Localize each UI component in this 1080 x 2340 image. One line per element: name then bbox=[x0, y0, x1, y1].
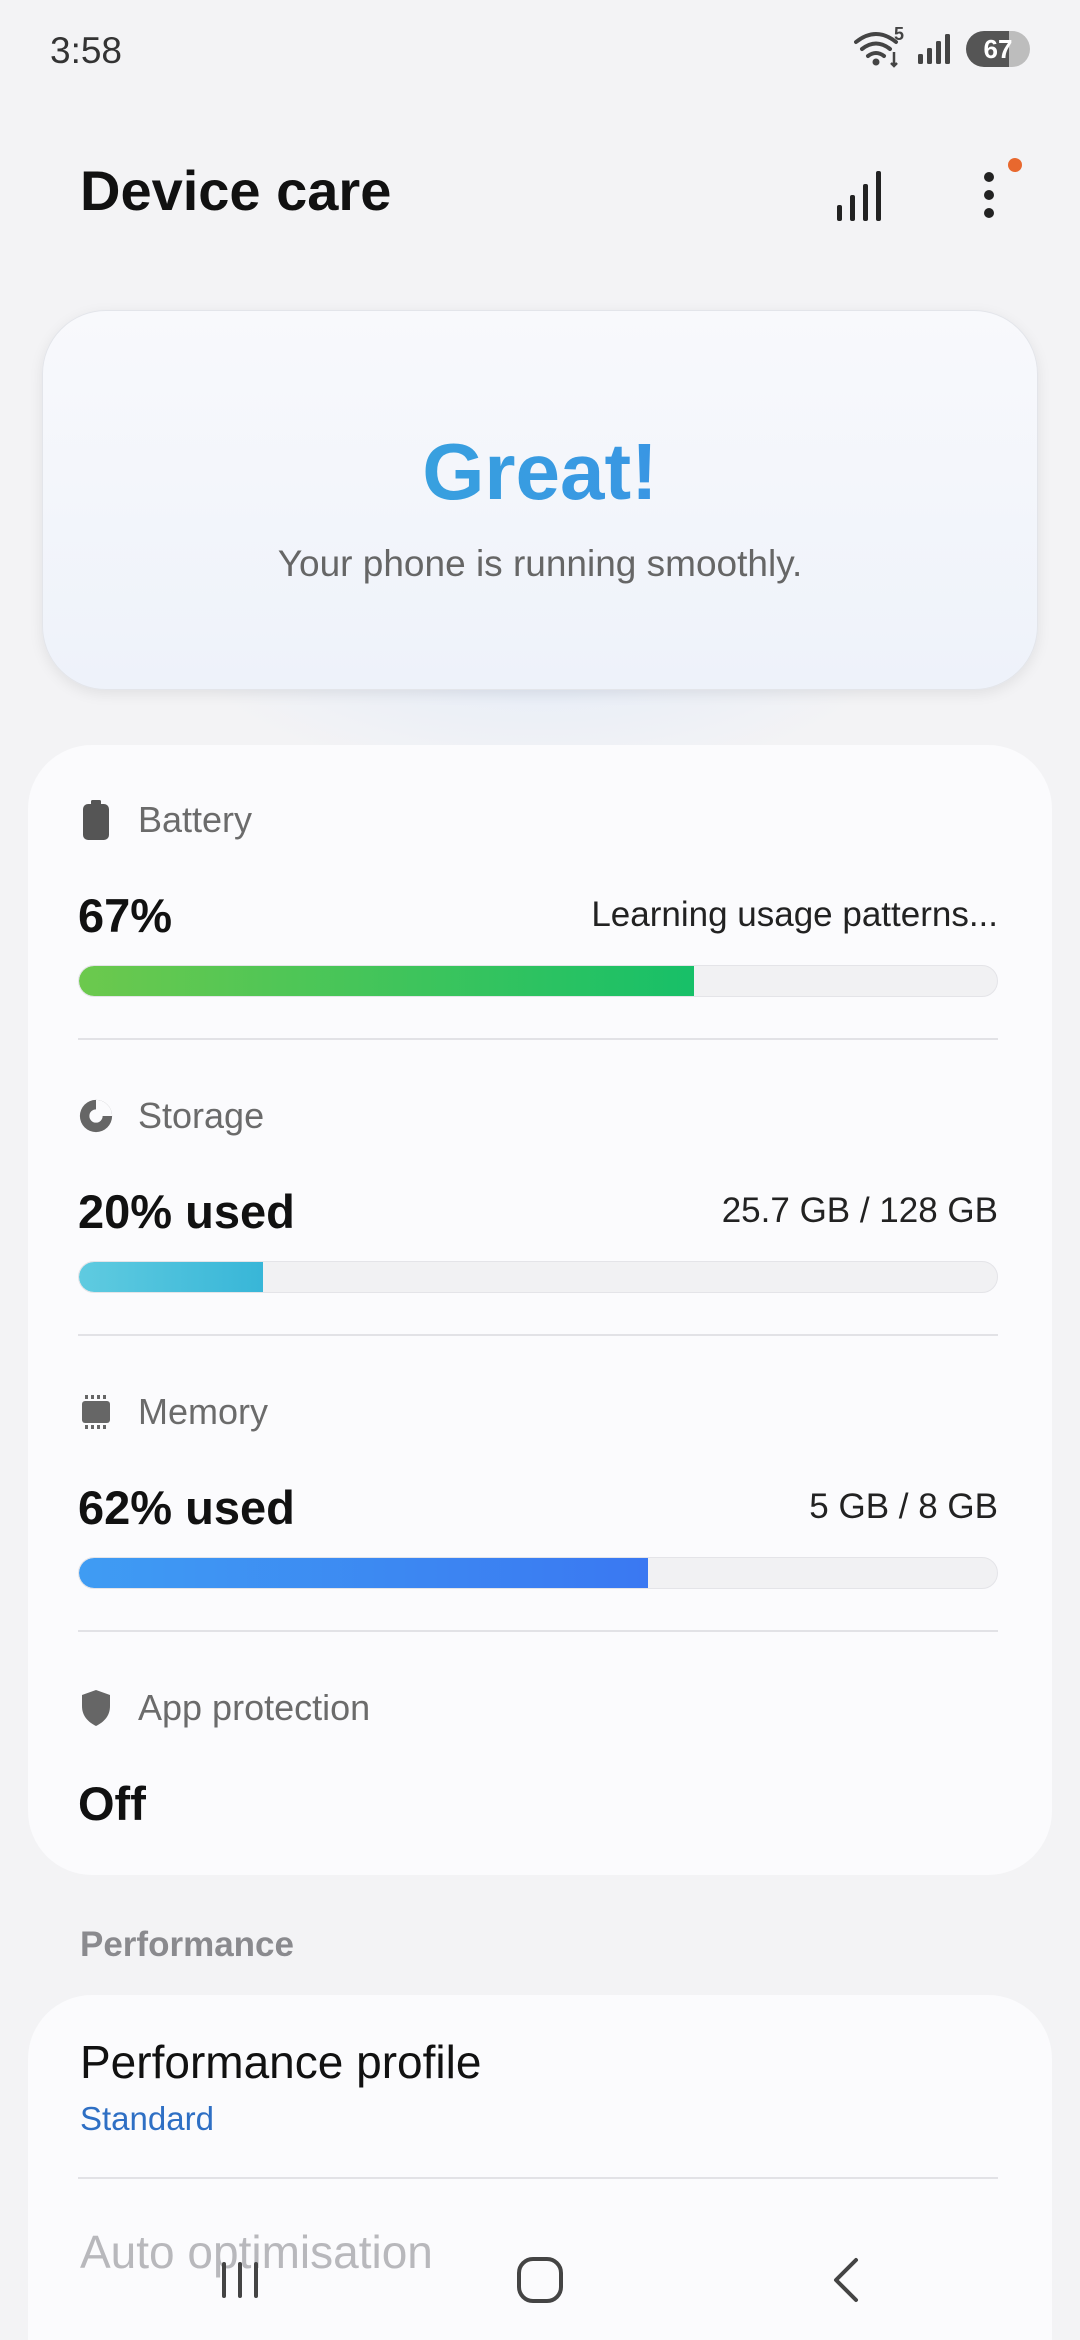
app-protection-value: Off bbox=[78, 1776, 146, 1830]
memory-value: 62% used bbox=[78, 1480, 295, 1534]
app-protection-label: App protection bbox=[138, 1687, 371, 1728]
hero-subtitle: Your phone is running smoothly. bbox=[277, 543, 803, 584]
more-options-icon[interactable] bbox=[954, 158, 1024, 230]
battery-section[interactable]: Battery 67% Learning usage patterns... bbox=[78, 795, 998, 997]
app-protection-section[interactable]: App protection Off bbox=[78, 1683, 998, 1831]
divider bbox=[78, 2177, 998, 2179]
status-icons: 5 67 bbox=[854, 24, 1030, 68]
status-hero-card: Great! Your phone is running smoothly. bbox=[42, 310, 1038, 690]
battery-status-icon: 67 bbox=[966, 31, 1030, 67]
notification-dot bbox=[1008, 158, 1022, 172]
performance-profile-value: Standard bbox=[80, 2100, 214, 2137]
storage-value: 20% used bbox=[78, 1184, 295, 1238]
memory-label: Memory bbox=[138, 1391, 269, 1432]
memory-progress-fill bbox=[79, 1558, 649, 1588]
battery-detail: Learning usage patterns... bbox=[591, 895, 998, 934]
battery-progress-track bbox=[78, 965, 998, 997]
divider bbox=[78, 1630, 998, 1632]
storage-progress-track bbox=[78, 1261, 998, 1293]
memory-section[interactable]: Memory 62% used 5 GB / 8 GB bbox=[78, 1387, 998, 1589]
wifi-icon: 5 bbox=[854, 24, 904, 68]
battery-label: Battery bbox=[138, 799, 253, 840]
stats-card: Battery 67% Learning usage patterns... S… bbox=[28, 745, 1052, 1875]
performance-section-title: Performance bbox=[80, 1925, 294, 1964]
hero-title: Great! bbox=[43, 426, 1037, 518]
back-icon[interactable] bbox=[806, 2245, 886, 2315]
pie-chart-icon bbox=[78, 1094, 114, 1138]
storage-label: Storage bbox=[138, 1095, 265, 1136]
divider bbox=[78, 1038, 998, 1040]
bar-chart-icon[interactable] bbox=[824, 160, 894, 230]
storage-progress-fill bbox=[79, 1262, 263, 1292]
recent-apps-icon[interactable] bbox=[200, 2245, 280, 2315]
status-time: 3:58 bbox=[50, 30, 123, 71]
navigation-bar bbox=[0, 2215, 1080, 2340]
shield-icon bbox=[78, 1686, 114, 1730]
header-actions bbox=[824, 158, 1024, 230]
battery-value: 67% bbox=[78, 888, 173, 942]
device-care-screen: 3:58 5 67 Device care Great! Your phone … bbox=[0, 0, 1080, 2340]
storage-detail: 25.7 GB / 128 GB bbox=[721, 1191, 998, 1230]
battery-icon bbox=[78, 798, 114, 842]
status-bar: 3:58 5 67 bbox=[0, 0, 1080, 100]
signal-icon bbox=[916, 32, 952, 66]
divider bbox=[78, 1334, 998, 1336]
memory-detail: 5 GB / 8 GB bbox=[809, 1487, 998, 1526]
memory-chip-icon bbox=[78, 1390, 114, 1434]
performance-profile-title: Performance profile bbox=[80, 2036, 482, 2088]
home-icon[interactable] bbox=[500, 2245, 580, 2315]
storage-section[interactable]: Storage 20% used 25.7 GB / 128 GB bbox=[78, 1091, 998, 1293]
wifi-badge: 5 bbox=[893, 24, 904, 44]
battery-progress-fill bbox=[79, 966, 695, 996]
memory-progress-track bbox=[78, 1557, 998, 1589]
page-title: Device care bbox=[80, 159, 392, 222]
